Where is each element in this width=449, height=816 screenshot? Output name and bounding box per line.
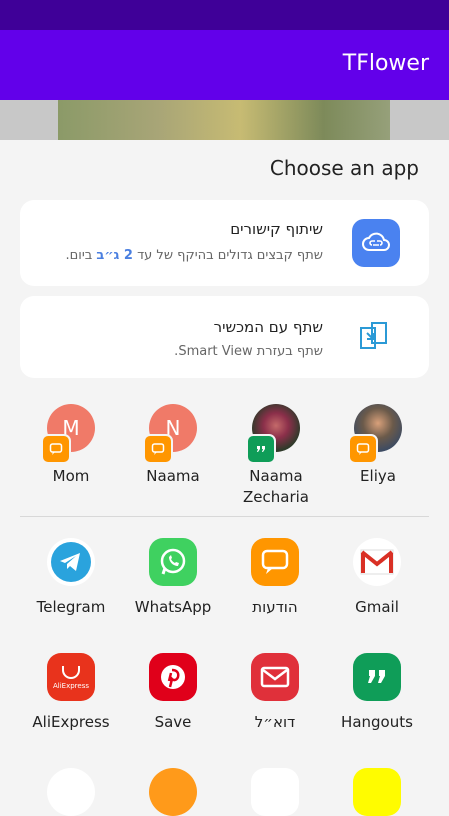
share-link-card[interactable]: שיתוף קישורים שתף קבצים גדולים בהיקף של … [20, 200, 429, 286]
message-badge-icon [143, 434, 173, 464]
message-badge-icon [348, 434, 378, 464]
cloud-link-icon [352, 219, 400, 267]
aliexpress-badge-text: AliExpress [52, 682, 89, 690]
contact-name: Naama Zecharia [243, 467, 309, 506]
gmail-icon [353, 538, 401, 586]
whatsapp-icon [149, 538, 197, 586]
app-label: Hangouts [341, 713, 413, 731]
app-label: הודעות [252, 598, 298, 616]
hangouts-icon [353, 653, 401, 701]
smart-view-icon [354, 316, 394, 356]
status-bar [0, 0, 449, 30]
share-link-subtitle: שתף קבצים גדולים בהיקף של עד 2 ג״ב ביום. [66, 248, 323, 263]
share-link-subtitle-before: שתף קבצים גדולים בהיקף של עד [132, 248, 323, 263]
pinterest-icon [149, 653, 197, 701]
hangouts-badge-icon [246, 434, 276, 464]
divider [20, 516, 429, 517]
share-link-subtitle-after: ביום. [65, 248, 97, 263]
sheet-title: Choose an app [269, 156, 419, 180]
app-bar: TFlower [0, 30, 449, 100]
background-image [58, 100, 390, 140]
app-title: TFlower [342, 51, 429, 76]
share-link-size-limit: 2 ג״ב [96, 248, 133, 263]
contact-name: Mom [52, 467, 90, 485]
messages-icon [251, 538, 299, 586]
share-link-title: שיתוף קישורים [230, 220, 323, 238]
smart-view-subtitle: שתף בעזרת Smart View. [174, 344, 323, 359]
app-label: AliExpress [32, 713, 110, 731]
contact-name: Naama [146, 467, 200, 485]
telegram-icon [47, 538, 95, 586]
app-label: Telegram [36, 598, 106, 616]
message-badge-icon [41, 434, 71, 464]
app-label: דוא״ל [254, 713, 296, 731]
app-label: Save [154, 713, 192, 731]
smart-view-card[interactable]: שתף עם המכשיר שתף בעזרת Smart View. [20, 296, 429, 378]
snapchat-icon[interactable] [353, 768, 401, 816]
contact-name: Eliya [360, 467, 396, 485]
smart-view-title: שתף עם המכשיר [213, 318, 323, 336]
app-label: WhatsApp [134, 598, 212, 616]
notes-icon[interactable] [251, 768, 299, 816]
app-icon-orange[interactable] [149, 768, 197, 816]
aliexpress-icon: AliExpress [47, 653, 95, 701]
app-label: Gmail [355, 598, 399, 616]
google-maps-icon[interactable] [47, 768, 95, 816]
email-icon [251, 653, 299, 701]
